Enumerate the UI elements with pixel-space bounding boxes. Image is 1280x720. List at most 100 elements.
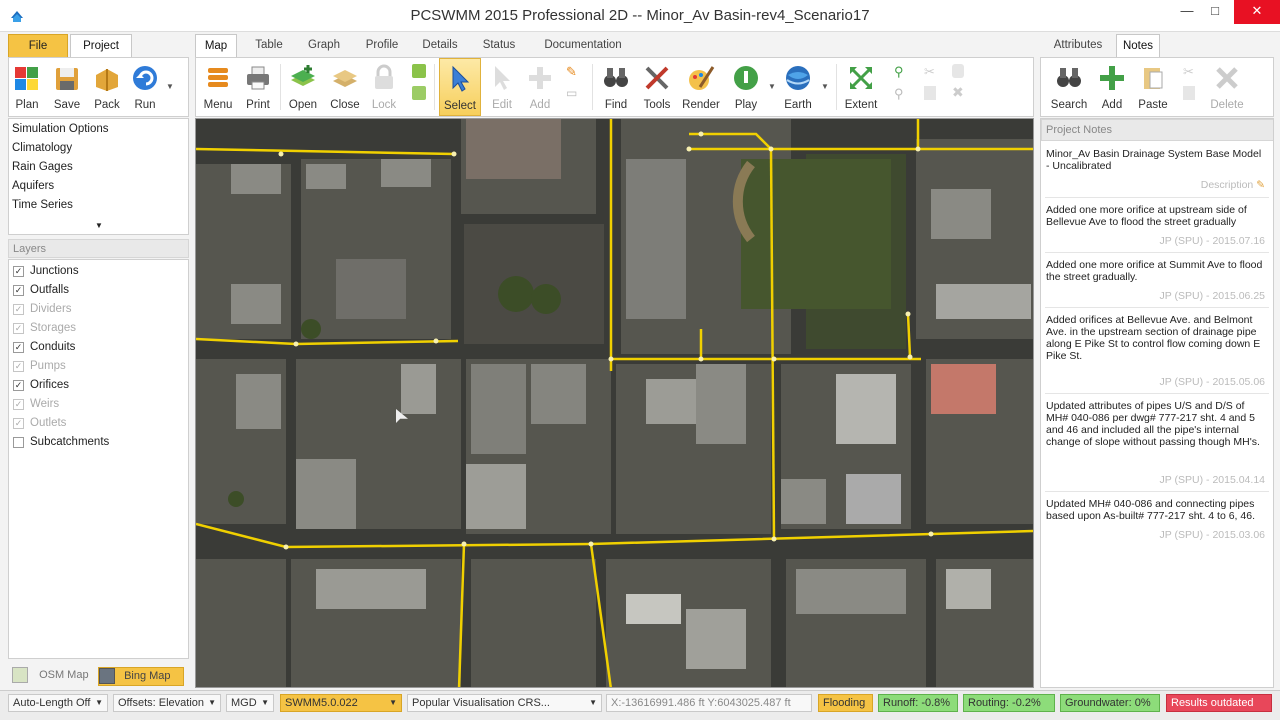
- status-bar: Auto-Length Off ▼ Offsets: Elevation ▼ MGD…: [0, 690, 1280, 720]
- bing-map-icon: [99, 668, 115, 684]
- zoom-out-icon[interactable]: ⚲: [894, 86, 908, 101]
- checkbox[interactable]: ✓: [13, 380, 24, 391]
- project-item-rain-gages[interactable]: Rain Gages: [12, 161, 73, 173]
- plan-button[interactable]: Plan: [9, 58, 45, 116]
- checkbox[interactable]: ✓: [13, 285, 24, 296]
- map-view[interactable]: [195, 118, 1034, 688]
- tab-attributes[interactable]: Attributes: [1044, 34, 1112, 58]
- layer-down-icon[interactable]: [412, 86, 426, 100]
- run-button[interactable]: Run: [127, 58, 163, 116]
- add-note-button[interactable]: Add: [1093, 58, 1131, 116]
- tab-status[interactable]: Status: [475, 34, 523, 58]
- results-outdated-indicator[interactable]: Results outdated: [1166, 694, 1272, 712]
- satellite-basemap: [196, 119, 1033, 687]
- project-item-time-series[interactable]: Time Series: [12, 199, 73, 211]
- tab-map[interactable]: Map: [195, 34, 237, 58]
- auto-length-dropdown[interactable]: Auto-Length Off ▼: [8, 694, 108, 712]
- project-item-aquifers[interactable]: Aquifers: [12, 180, 54, 192]
- dropdown-arrow-icon: ▼: [589, 698, 597, 707]
- delete-small-icon[interactable]: ✖: [952, 84, 964, 101]
- earth-button[interactable]: Earth: [778, 58, 818, 116]
- search-notes-button[interactable]: Search: [1047, 58, 1091, 116]
- right-tab-bar: Attributes Notes: [1040, 34, 1274, 58]
- note-author-date: JP (SPU) - 2015.04.14: [1159, 474, 1265, 486]
- routing-indicator[interactable]: Routing: -0.2%: [963, 694, 1055, 712]
- tab-profile[interactable]: Profile: [357, 34, 407, 58]
- paste-small-icon[interactable]: [924, 86, 936, 100]
- checkbox[interactable]: ✓: [13, 304, 24, 315]
- project-item-simulation-options[interactable]: Simulation Options: [12, 123, 109, 135]
- extent-button[interactable]: Extent: [840, 58, 882, 116]
- note-entry[interactable]: Added one more orifice at Summit Ave to …: [1046, 259, 1266, 283]
- run-dropdown-icon[interactable]: ▼: [166, 82, 174, 91]
- engine-dropdown[interactable]: SWMM5.0.022 ▼: [280, 694, 402, 712]
- layer-up-icon[interactable]: [412, 64, 426, 78]
- window-title: PCSWMM 2015 Professional 2D -- Minor_Av …: [410, 7, 870, 24]
- tab-table[interactable]: Table: [245, 34, 293, 58]
- bing-map-button[interactable]: Bing Map: [98, 667, 184, 686]
- save-button[interactable]: Save: [49, 58, 85, 116]
- cut-icon[interactable]: ✂: [924, 64, 935, 80]
- checkbox[interactable]: [13, 437, 24, 448]
- tab-file[interactable]: File: [8, 34, 68, 58]
- close-button[interactable]: ✕: [1234, 0, 1280, 24]
- maximize-button[interactable]: □: [1198, 0, 1232, 24]
- groundwater-indicator[interactable]: Groundwater: 0%: [1060, 694, 1160, 712]
- expand-arrow-icon[interactable]: ▼: [95, 221, 103, 230]
- note-entry[interactable]: Updated MH# 040-086 and connecting pipes…: [1046, 498, 1266, 522]
- description-label[interactable]: Description ✎: [1201, 179, 1265, 191]
- note-entry[interactable]: Updated attributes of pipes U/S and D/S …: [1046, 400, 1266, 448]
- offsets-dropdown[interactable]: Offsets: Elevation ▼: [113, 694, 221, 712]
- tab-notes[interactable]: Notes: [1116, 34, 1160, 58]
- units-dropdown[interactable]: MGD ▼: [226, 694, 274, 712]
- tab-graph[interactable]: Graph: [299, 34, 349, 58]
- checkbox[interactable]: ✓: [13, 399, 24, 410]
- pencil-icon[interactable]: ✎: [566, 64, 582, 79]
- select-tool-button[interactable]: Select: [439, 58, 481, 116]
- flooding-indicator[interactable]: Flooding: [818, 694, 873, 712]
- pack-button[interactable]: Pack: [89, 58, 125, 116]
- paste-note-button[interactable]: Paste: [1133, 58, 1173, 116]
- render-button[interactable]: Render: [680, 58, 722, 116]
- checkbox[interactable]: ✓: [13, 342, 24, 353]
- tab-project[interactable]: Project: [70, 34, 132, 58]
- copy-icon[interactable]: [1183, 86, 1195, 100]
- note-description[interactable]: Minor_Av Basin Drainage System Base Mode…: [1046, 148, 1266, 172]
- find-button[interactable]: Find: [596, 58, 636, 116]
- edit-cursor-icon: [495, 66, 510, 90]
- note-entry[interactable]: Added orifices at Bellevue Ave. and Belm…: [1046, 314, 1266, 362]
- menu-icon: [208, 68, 228, 87]
- checkbox[interactable]: ✓: [13, 418, 24, 429]
- cut-icon[interactable]: ✂: [1183, 64, 1194, 80]
- note-author-date: JP (SPU) - 2015.06.25: [1159, 290, 1265, 302]
- print-button[interactable]: Print: [240, 58, 276, 116]
- edit-tool-button[interactable]: Edit: [484, 58, 520, 116]
- open-button[interactable]: Open: [284, 58, 322, 116]
- menu-button[interactable]: Menu: [200, 58, 236, 116]
- runoff-indicator[interactable]: Runoff: -0.8%: [878, 694, 958, 712]
- ruler-icon[interactable]: ▭: [566, 86, 582, 100]
- zoom-in-icon[interactable]: ⚲: [894, 64, 908, 79]
- project-item-climatology[interactable]: Climatology: [12, 142, 72, 154]
- project-notes-header: Project Notes: [1041, 119, 1273, 141]
- tab-details[interactable]: Details: [415, 34, 465, 58]
- close-layer-button[interactable]: Close: [326, 58, 364, 116]
- checkbox[interactable]: ✓: [13, 361, 24, 372]
- map-ribbon: Menu Print Open Close Lock Select Edit A…: [195, 57, 1034, 117]
- osm-map-icon: [12, 667, 28, 683]
- crs-dropdown[interactable]: Popular Visualisation CRS... ▼: [407, 694, 602, 712]
- binoculars-icon: [604, 68, 628, 87]
- lock-button[interactable]: Lock: [366, 58, 402, 116]
- osm-map-button[interactable]: OSM Map: [12, 667, 96, 686]
- checkbox[interactable]: ✓: [13, 266, 24, 277]
- delete-note-button[interactable]: Delete: [1205, 58, 1249, 116]
- earth-dropdown-icon[interactable]: ▼: [821, 82, 829, 91]
- copy-icon[interactable]: [952, 64, 964, 78]
- checkbox[interactable]: ✓: [13, 323, 24, 334]
- play-dropdown-icon[interactable]: ▼: [768, 82, 776, 91]
- play-button[interactable]: Play: [726, 58, 766, 116]
- tools-button[interactable]: Tools: [638, 58, 676, 116]
- add-tool-button[interactable]: Add: [522, 58, 558, 116]
- note-entry[interactable]: Added one more orifice at upstream side …: [1046, 204, 1266, 228]
- tab-documentation[interactable]: Documentation: [535, 34, 631, 58]
